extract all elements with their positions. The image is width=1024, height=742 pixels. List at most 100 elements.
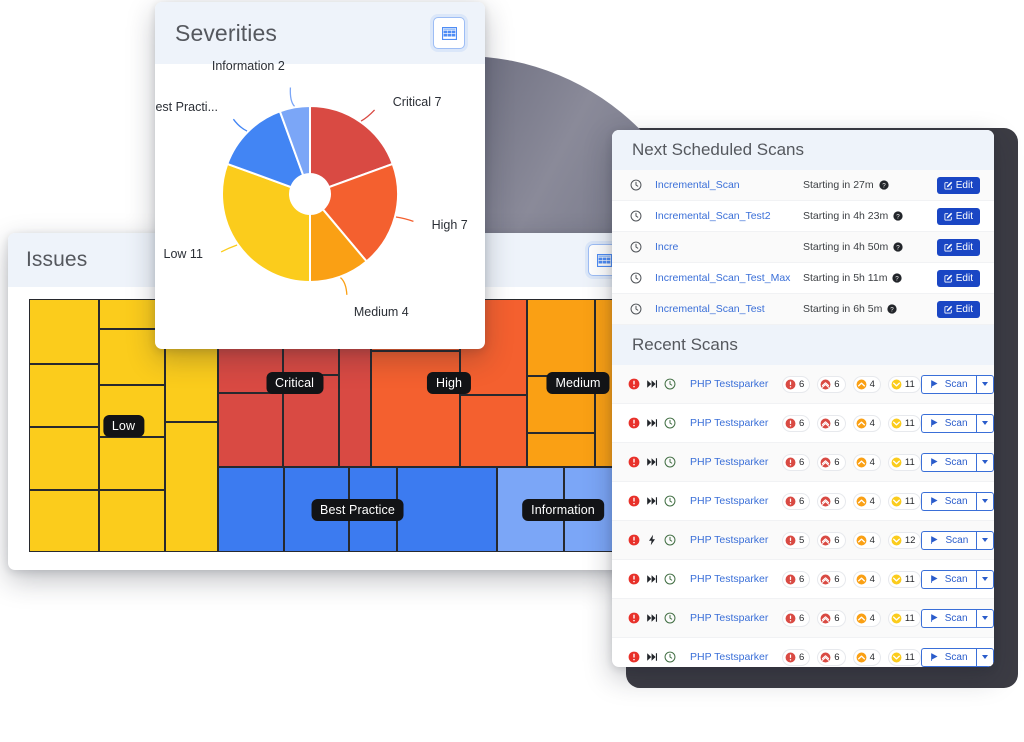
scheduled-scan-name[interactable]: Incremental_Scan_Test xyxy=(655,303,803,315)
scan-button[interactable]: Scan xyxy=(920,452,976,472)
edit-scheduled-scan-button[interactable]: Edit xyxy=(936,238,980,256)
scan-button[interactable]: Scan xyxy=(920,491,976,511)
scan-target-name[interactable]: PHP Testsparker xyxy=(690,495,782,507)
scheduled-scan-name[interactable]: Incre xyxy=(655,241,803,253)
treemap-tile[interactable] xyxy=(527,299,596,377)
treemap-tile[interactable] xyxy=(29,426,99,490)
count-low-value: 11 xyxy=(904,612,915,624)
scheduled-scan-name[interactable]: Incremental_Scan_Test_Max xyxy=(655,272,803,284)
treemap-tile[interactable] xyxy=(396,467,497,552)
scan-target-name[interactable]: PHP Testsparker xyxy=(690,534,782,546)
edit-scheduled-scan-button[interactable]: Edit xyxy=(936,176,980,194)
count-medium-value: 4 xyxy=(869,651,875,663)
scheduled-scan-row: Incremental_Scan_Test Starting in 6h 5m … xyxy=(612,294,994,325)
scheduled-scan-row: Incremental_Scan_Test2 Starting in 4h 23… xyxy=(612,201,994,232)
scan-options-button[interactable] xyxy=(976,530,994,550)
scans-panel: Next Scheduled Scans Incremental_Scan St… xyxy=(612,130,994,667)
help-circle-icon[interactable]: ? xyxy=(879,180,889,190)
count-low: 11 xyxy=(887,453,921,471)
scan-button-group: Scan xyxy=(921,530,994,550)
donut-slice-label: Critical 7 xyxy=(392,94,442,109)
scan-button[interactable]: Scan xyxy=(920,569,976,589)
high-icon xyxy=(820,457,831,467)
scan-button[interactable]: Scan xyxy=(921,530,977,550)
treemap-tile[interactable] xyxy=(371,350,460,468)
critical-icon xyxy=(785,457,796,467)
donut-slice[interactable] xyxy=(221,162,311,284)
svg-text:?: ? xyxy=(896,275,900,282)
critical-icon xyxy=(785,379,796,389)
fast-forward-icon xyxy=(647,458,658,466)
treemap-tile[interactable] xyxy=(29,299,99,364)
scan-options-button[interactable] xyxy=(975,569,994,589)
treemap-tile[interactable] xyxy=(164,421,218,552)
scan-button[interactable]: Scan xyxy=(920,413,976,433)
scheduled-scan-time-text: Starting in 6h 5m xyxy=(803,303,883,315)
edit-scheduled-scan-button[interactable]: Edit xyxy=(936,269,980,287)
scan-options-button[interactable] xyxy=(975,374,994,394)
treemap-tile[interactable] xyxy=(527,433,596,468)
scheduled-scans-header: Next Scheduled Scans xyxy=(612,130,994,170)
scan-options-button[interactable] xyxy=(975,608,994,628)
clock-outline-icon xyxy=(664,456,676,468)
chevron-down-icon xyxy=(981,421,988,425)
help-circle-icon[interactable]: ? xyxy=(887,304,898,314)
edit-button-label: Edit xyxy=(955,303,973,315)
clock-icon xyxy=(630,241,642,253)
scan-status-icons xyxy=(628,495,676,507)
count-high: 6 xyxy=(817,609,846,627)
svg-text:?: ? xyxy=(896,213,900,220)
treemap-group-label: Critical xyxy=(266,372,323,395)
edit-square-icon xyxy=(944,274,952,283)
scan-target-name[interactable]: PHP Testsparker xyxy=(690,573,782,585)
donut-slice-label: Information 2 xyxy=(211,58,285,73)
scan-target-name[interactable]: PHP Testsparker xyxy=(690,612,782,624)
count-medium-value: 4 xyxy=(869,456,875,468)
scan-options-button[interactable] xyxy=(975,452,994,472)
treemap-tile[interactable] xyxy=(98,436,165,490)
help-circle-icon[interactable]: ? xyxy=(893,211,903,221)
treemap-tile[interactable] xyxy=(218,467,284,552)
scan-options-button[interactable] xyxy=(975,647,994,667)
help-circle-icon[interactable]: ? xyxy=(893,242,903,252)
critical-icon xyxy=(785,574,796,584)
count-low-value: 11 xyxy=(904,573,915,585)
treemap-tile[interactable] xyxy=(98,490,165,552)
scan-button[interactable]: Scan xyxy=(920,608,976,628)
scan-target-name[interactable]: PHP Testsparker xyxy=(690,378,782,390)
scan-target-name[interactable]: PHP Testsparker xyxy=(690,456,782,468)
treemap-tile[interactable] xyxy=(29,490,99,552)
count-critical-value: 6 xyxy=(799,378,805,390)
treemap-tile[interactable] xyxy=(29,363,99,427)
scan-button[interactable]: Scan xyxy=(920,374,976,394)
treemap-tile[interactable] xyxy=(218,392,283,468)
scan-button[interactable]: Scan xyxy=(920,647,976,667)
count-low: 11 xyxy=(887,648,921,666)
count-low: 11 xyxy=(887,414,921,432)
scan-target-name[interactable]: PHP Testsparker xyxy=(690,417,782,429)
low-icon xyxy=(891,652,902,662)
scheduled-scan-row: Incre Starting in 4h 50m ? Edit xyxy=(612,232,994,263)
clock-icon xyxy=(630,179,642,191)
count-low: 11 xyxy=(887,609,921,627)
scheduled-scan-name[interactable]: Incremental_Scan_Test2 xyxy=(655,210,803,222)
scheduled-scan-name[interactable]: Incremental_Scan xyxy=(655,179,803,191)
count-high: 6 xyxy=(817,570,846,588)
scan-target-name[interactable]: PHP Testsparker xyxy=(690,651,782,663)
scan-options-button[interactable] xyxy=(975,413,994,433)
scan-severity-counts: 6 6 4 11 xyxy=(782,570,921,588)
scan-flag-icon xyxy=(930,379,938,388)
help-circle-icon[interactable]: ? xyxy=(892,273,903,283)
edit-scheduled-scan-button[interactable]: Edit xyxy=(936,207,980,225)
edit-scheduled-scan-button[interactable]: Edit xyxy=(936,300,980,318)
severities-grid-toggle-button[interactable] xyxy=(433,17,465,49)
donut-leader-line xyxy=(289,87,296,107)
chevron-down-icon xyxy=(981,655,988,659)
scan-options-button[interactable] xyxy=(975,491,994,511)
scan-button-label: Scan xyxy=(944,651,968,663)
treemap-tile[interactable] xyxy=(459,395,527,468)
donut-leader-line xyxy=(220,244,238,253)
low-icon xyxy=(891,379,902,389)
low-icon xyxy=(891,418,902,428)
donut-slice-label: Medium 4 xyxy=(353,305,409,320)
